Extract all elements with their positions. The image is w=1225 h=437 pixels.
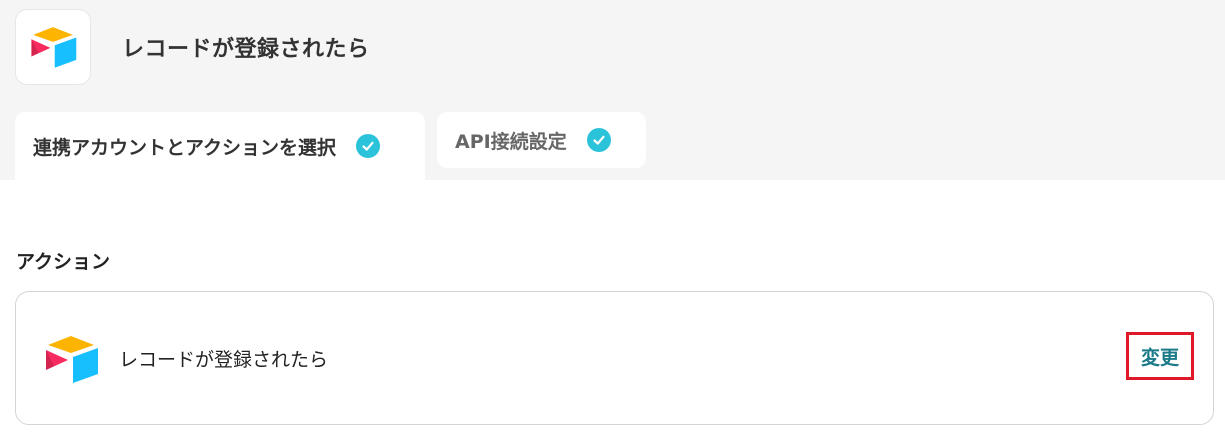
tab-label: 連携アカウントとアクションを選択 [33, 136, 337, 159]
tab-account-action[interactable]: 連携アカウントとアクションを選択 [15, 112, 425, 180]
check-icon [356, 134, 381, 158]
action-title: レコードが登録されたら [119, 349, 329, 371]
airtable-logo-icon [46, 336, 98, 383]
tab-label: API接続設定 [455, 130, 567, 153]
page-title: レコードが登録されたら [122, 37, 370, 62]
tab-api-settings[interactable]: API接続設定 [437, 112, 646, 168]
action-card: レコードが登録されたら 変更 [15, 291, 1214, 425]
airtable-logo-icon [31, 27, 77, 68]
change-button[interactable]: 変更 [1126, 332, 1194, 380]
section-label: アクション [16, 251, 111, 273]
check-icon [586, 128, 611, 152]
app-icon [15, 9, 91, 85]
